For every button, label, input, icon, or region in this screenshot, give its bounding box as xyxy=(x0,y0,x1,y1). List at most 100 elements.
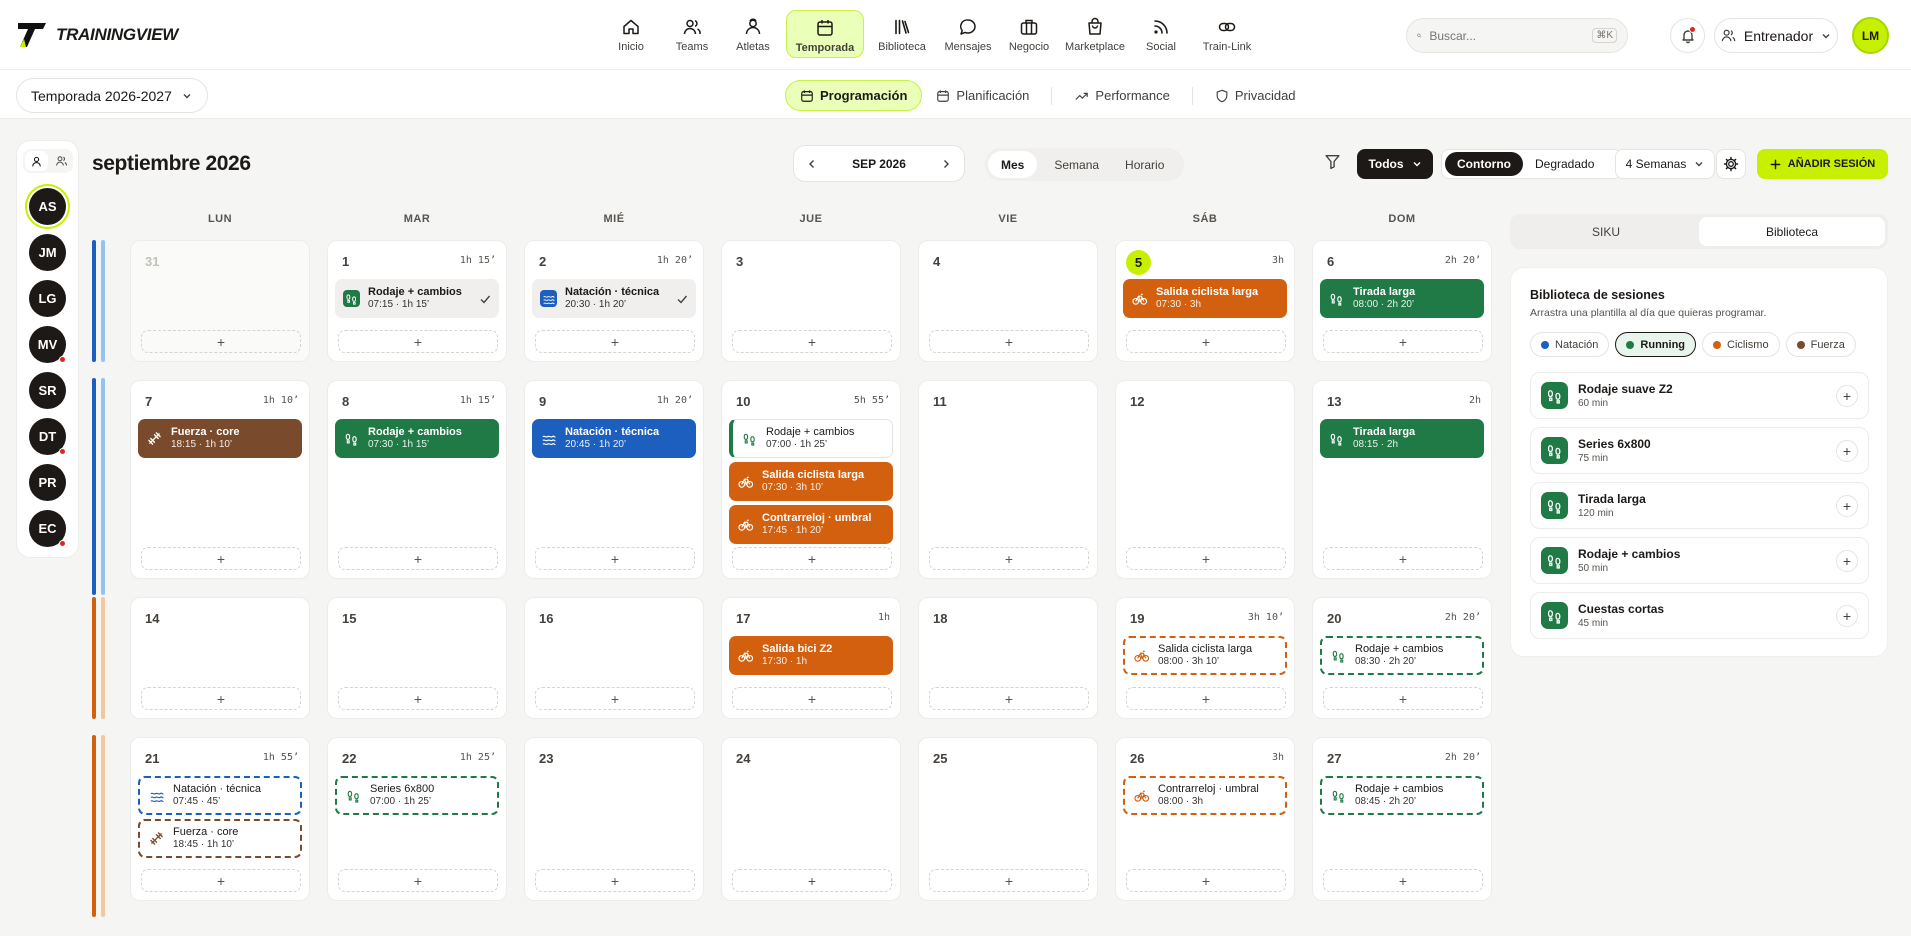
add-session-slot[interactable]: + xyxy=(338,687,498,710)
library-session-item[interactable]: Series 6x800 75 min + xyxy=(1530,427,1869,474)
library-session-item[interactable]: Rodaje + cambios 50 min + xyxy=(1530,537,1869,584)
add-session-slot[interactable]: + xyxy=(535,330,695,353)
add-template-button[interactable]: + xyxy=(1836,549,1858,572)
session-card[interactable]: Rodaje + cambios 08:30 · 2h 20’ xyxy=(1320,636,1484,675)
calendar-day-cell[interactable]: 2 1h 20’ Natación · técnica 20:30 · 1h 20’ + xyxy=(524,240,704,362)
add-session-slot[interactable]: + xyxy=(732,547,892,570)
athlete-avatar[interactable]: DT xyxy=(29,418,66,455)
nav-item-teams[interactable]: Teams xyxy=(664,10,720,58)
session-card[interactable]: Natación · técnica 07:45 · 45’ xyxy=(138,776,302,815)
calendar-day-cell[interactable]: 16 + xyxy=(524,597,704,719)
calendar-day-cell[interactable]: 19 3h 10’ Salida ciclista larga 08:00 · 3h … xyxy=(1115,597,1295,719)
group-toggle[interactable] xyxy=(50,149,73,173)
role-selector[interactable]: Entrenador xyxy=(1714,18,1838,53)
calendar-day-cell[interactable]: 13 2h Tirada larga 08:15 · 2h + xyxy=(1312,380,1492,579)
calendar-day-cell[interactable]: 1 1h 15’ Rodaje + cambios 07:15 · 1h 15’ + xyxy=(327,240,507,362)
season-selector[interactable]: Temporada 2026-2027 xyxy=(16,78,208,113)
session-card[interactable]: Tirada larga 08:15 · 2h xyxy=(1320,419,1484,458)
calendar-day-cell[interactable]: 26 3h Contrarreloj · umbral 08:00 · 3h + xyxy=(1115,737,1295,901)
calendar-day-cell[interactable]: 15 + xyxy=(327,597,507,719)
add-session-slot[interactable]: + xyxy=(141,687,301,710)
add-session-slot[interactable]: + xyxy=(929,869,1089,892)
search-input[interactable] xyxy=(1429,28,1585,43)
session-card[interactable]: Fuerza · core 18:45 · 1h 10’ xyxy=(138,819,302,858)
nav-item-negocio[interactable]: Negocio xyxy=(1001,10,1057,58)
nav-item-train-link[interactable]: Train-Link xyxy=(1194,10,1260,58)
settings-button[interactable] xyxy=(1716,149,1746,179)
add-session-slot[interactable]: + xyxy=(141,869,301,892)
sport-filter-dropdown[interactable]: Todos xyxy=(1357,149,1433,179)
nav-item-marketplace[interactable]: Marketplace xyxy=(1062,10,1128,58)
add-template-button[interactable]: + xyxy=(1836,439,1858,462)
add-session-slot[interactable]: + xyxy=(1323,547,1483,570)
calendar-day-cell[interactable]: 5 3h Salida ciclista larga 07:30 · 3h + xyxy=(1115,240,1295,362)
add-session-slot[interactable]: + xyxy=(1126,687,1286,710)
sport-chip[interactable]: Ciclismo xyxy=(1702,332,1780,357)
tab-programacion[interactable]: Programación xyxy=(785,80,923,111)
add-session-slot[interactable]: + xyxy=(732,330,892,353)
session-card[interactable]: Salida ciclista larga 07:30 · 3h 10’ xyxy=(729,462,893,501)
athlete-avatar[interactable]: MV xyxy=(29,326,66,363)
calendar-day-cell[interactable]: 31 + xyxy=(130,240,310,362)
tab-siku[interactable]: SIKU xyxy=(1513,217,1699,246)
library-session-item[interactable]: Tirada larga 120 min + xyxy=(1530,482,1869,529)
notifications-button[interactable] xyxy=(1670,18,1705,53)
add-session-slot[interactable]: + xyxy=(141,330,301,353)
sport-chip[interactable]: Running xyxy=(1615,332,1697,357)
calendar-day-cell[interactable]: 18 + xyxy=(918,597,1098,719)
calendar-day-cell[interactable]: 27 2h 20’ Rodaje + cambios 08:45 · 2h 20’ + xyxy=(1312,737,1492,901)
add-session-slot[interactable]: + xyxy=(1126,869,1286,892)
style-gradient[interactable]: Degradado xyxy=(1523,152,1606,176)
add-session-slot[interactable]: + xyxy=(338,330,498,353)
search-box[interactable]: ⌘K xyxy=(1406,18,1628,53)
tab-privacidad[interactable]: Privacidad xyxy=(1201,80,1310,111)
user-avatar[interactable]: LM xyxy=(1852,17,1889,54)
calendar-day-cell[interactable]: 11 + xyxy=(918,380,1098,579)
athlete-avatar[interactable]: EC xyxy=(29,510,66,547)
weeks-dropdown[interactable]: 4 Semanas xyxy=(1615,149,1715,179)
nav-item-biblioteca[interactable]: Biblioteca xyxy=(869,10,935,58)
tab-planificacion[interactable]: Planificación xyxy=(922,80,1043,111)
athlete-avatar[interactable]: LG xyxy=(29,280,66,317)
session-card[interactable]: Fuerza · core 18:15 · 1h 10’ xyxy=(138,419,302,458)
calendar-day-cell[interactable]: 9 1h 20’ Natación · técnica 20:45 · 1h 20’ + xyxy=(524,380,704,579)
session-card[interactable]: Contrarreloj · umbral 17:45 · 1h 20’ xyxy=(729,505,893,544)
add-session-slot[interactable]: + xyxy=(338,547,498,570)
athlete-avatar[interactable]: JM xyxy=(29,234,66,271)
add-session-slot[interactable]: + xyxy=(338,869,498,892)
athlete-avatar[interactable]: SR xyxy=(29,372,66,409)
view-month[interactable]: Mes xyxy=(988,151,1038,178)
calendar-day-cell[interactable]: 10 5h 55’ Rodaje + cambios 07:00 · 1h 25’ Sa… xyxy=(721,380,901,579)
sport-chip[interactable]: Natación xyxy=(1530,332,1610,357)
session-card[interactable]: Rodaje + cambios 07:30 · 1h 15’ xyxy=(335,419,499,458)
session-card[interactable]: Salida ciclista larga 08:00 · 3h 10’ xyxy=(1123,636,1287,675)
calendar-day-cell[interactable]: 22 1h 25’ Series 6x800 07:00 · 1h 25’ + xyxy=(327,737,507,901)
calendar-day-cell[interactable]: 17 1h Salida bici Z2 17:30 · 1h + xyxy=(721,597,901,719)
add-session-slot[interactable]: + xyxy=(1323,330,1483,353)
sport-chip[interactable]: Fuerza xyxy=(1785,332,1856,357)
session-card[interactable]: Salida bici Z2 17:30 · 1h xyxy=(729,636,893,675)
nav-item-mensajes[interactable]: Mensajes xyxy=(940,10,996,58)
session-card[interactable]: Tirada larga 08:00 · 2h 20’ xyxy=(1320,279,1484,318)
single-athlete-toggle[interactable] xyxy=(25,151,48,171)
session-card[interactable]: Natación · técnica 20:45 · 1h 20’ xyxy=(532,419,696,458)
add-session-slot[interactable]: + xyxy=(929,547,1089,570)
athlete-avatar[interactable]: AS xyxy=(29,188,66,225)
style-outline[interactable]: Contorno xyxy=(1445,152,1523,176)
calendar-day-cell[interactable]: 24 + xyxy=(721,737,901,901)
add-session-slot[interactable]: + xyxy=(141,547,301,570)
add-session-slot[interactable]: + xyxy=(929,330,1089,353)
add-template-button[interactable]: + xyxy=(1836,604,1858,627)
view-schedule[interactable]: Horario xyxy=(1112,151,1177,178)
tab-performance[interactable]: Performance xyxy=(1060,80,1183,111)
nav-item-social[interactable]: Social xyxy=(1133,10,1189,58)
view-week[interactable]: Semana xyxy=(1041,151,1112,178)
calendar-day-cell[interactable]: 25 + xyxy=(918,737,1098,901)
add-session-slot[interactable]: + xyxy=(535,869,695,892)
tab-biblioteca[interactable]: Biblioteca xyxy=(1699,217,1885,246)
add-template-button[interactable]: + xyxy=(1836,494,1858,517)
session-card[interactable]: Rodaje + cambios 08:45 · 2h 20’ xyxy=(1320,776,1484,815)
calendar-day-cell[interactable]: 23 + xyxy=(524,737,704,901)
current-month-label[interactable]: SEP 2026 xyxy=(852,157,906,171)
add-session-slot[interactable]: + xyxy=(535,687,695,710)
